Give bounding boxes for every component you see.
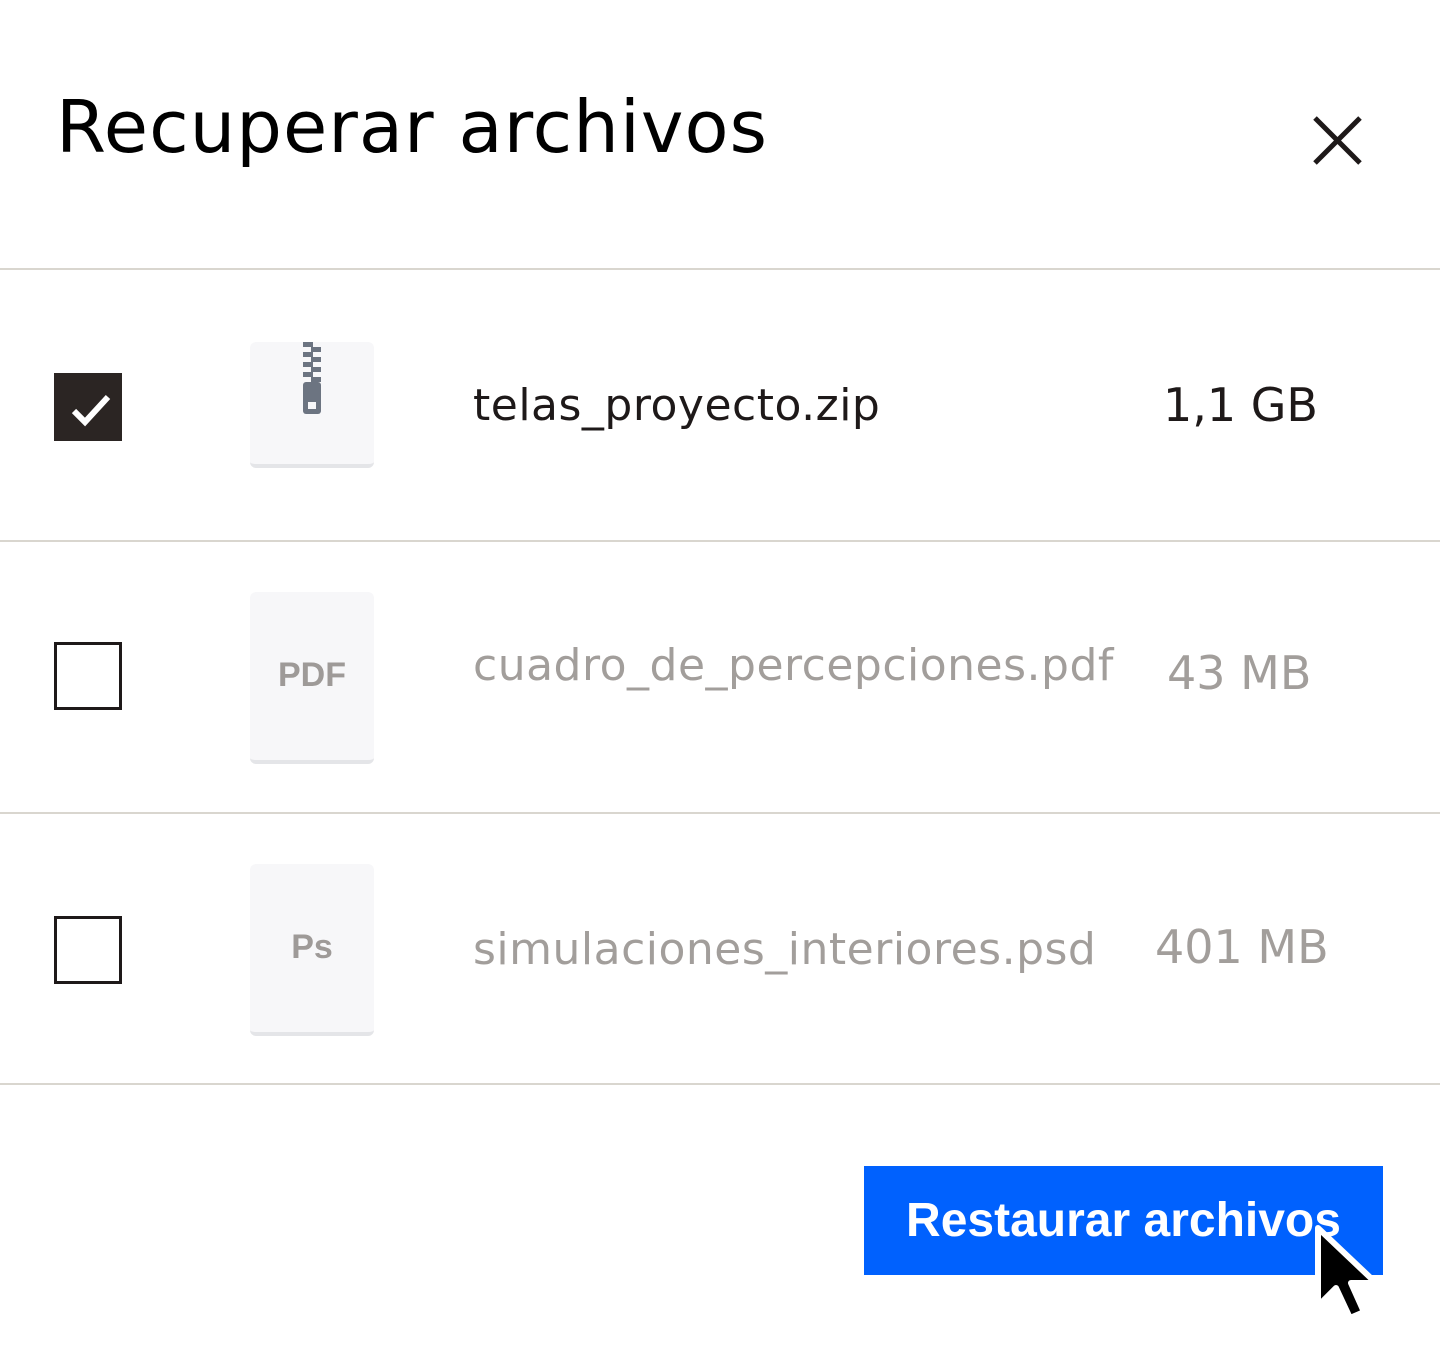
file-checkbox[interactable] bbox=[54, 916, 122, 984]
file-row[interactable]: Ps simulaciones_interiores.psd 401 MB bbox=[0, 814, 1440, 1084]
zip-file-thumbnail bbox=[250, 342, 374, 468]
divider bbox=[0, 1083, 1440, 1085]
psd-file-icon: Ps bbox=[291, 928, 333, 966]
file-size: 43 MB bbox=[1167, 646, 1312, 700]
dialog-title: Recuperar archivos bbox=[56, 85, 769, 169]
file-name: cuadro_de_percepciones.pdf bbox=[473, 640, 1114, 691]
pdf-file-thumbnail: PDF bbox=[250, 592, 374, 764]
file-checkbox-checked[interactable] bbox=[54, 373, 122, 441]
checkmark-icon bbox=[71, 394, 111, 427]
file-checkbox[interactable] bbox=[54, 642, 122, 710]
restore-files-button[interactable]: Restaurar archivos bbox=[864, 1166, 1383, 1275]
zip-file-icon bbox=[303, 342, 321, 414]
file-name: simulaciones_interiores.psd bbox=[473, 924, 1097, 975]
psd-file-thumbnail: Ps bbox=[250, 864, 374, 1036]
pdf-file-icon: PDF bbox=[278, 656, 346, 694]
file-row[interactable]: telas_proyecto.zip 1,1 GB bbox=[0, 270, 1440, 540]
close-icon bbox=[1313, 116, 1362, 165]
recover-files-dialog: Recuperar archivos telas_proyecto.zip 1,… bbox=[0, 0, 1440, 1359]
file-size: 401 MB bbox=[1155, 920, 1329, 974]
close-button[interactable] bbox=[1306, 108, 1370, 172]
file-size: 1,1 GB bbox=[1163, 378, 1318, 432]
file-name: telas_proyecto.zip bbox=[473, 380, 881, 431]
file-row[interactable]: PDF cuadro_de_percepciones.pdf 43 MB bbox=[0, 542, 1440, 812]
mouse-pointer-icon bbox=[1315, 1225, 1379, 1321]
